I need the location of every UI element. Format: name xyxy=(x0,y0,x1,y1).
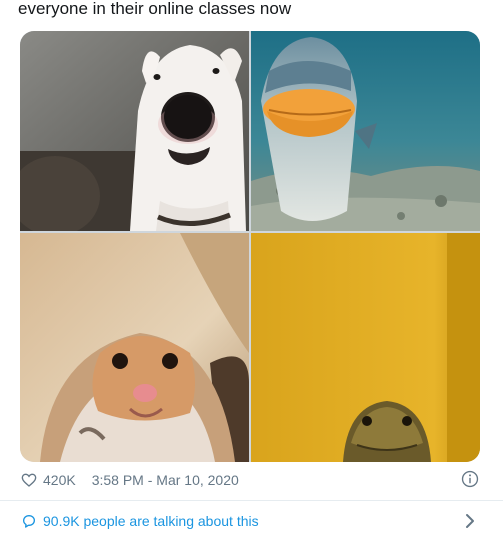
heart-icon xyxy=(21,473,37,487)
dog-photo[interactable] xyxy=(20,31,249,231)
chevron-right-icon xyxy=(466,514,474,528)
tweet-text: everyone in their online classes now xyxy=(18,0,292,18)
like-count: 420K xyxy=(43,472,76,488)
tweet-meta-row: 420K 3:58 PM - Mar 10, 2020 xyxy=(21,469,481,491)
conversation-label: 90.9K people are talking about this xyxy=(43,513,259,529)
like-button[interactable]: 420K xyxy=(21,472,92,488)
chat-bubble-icon xyxy=(23,515,35,528)
conversation-link[interactable]: 90.9K people are talking about this xyxy=(21,510,481,532)
hamster-photo[interactable] xyxy=(20,233,249,462)
info-icon[interactable] xyxy=(461,470,479,488)
tweet-timestamp[interactable]: 3:58 PM - Mar 10, 2020 xyxy=(92,472,239,488)
media-grid[interactable] xyxy=(20,31,480,462)
lizard-photo[interactable] xyxy=(251,233,480,462)
fish-photo[interactable] xyxy=(251,31,480,231)
divider xyxy=(0,500,503,501)
